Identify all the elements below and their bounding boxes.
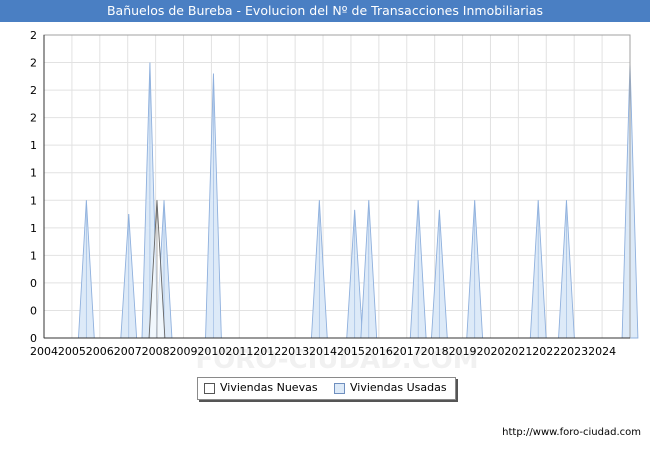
usadas-spike-3 — [155, 200, 173, 339]
x-tick-label-13: 2017 — [393, 345, 421, 358]
footer-url: http://www.foro-ciudad.com — [502, 427, 641, 438]
x-tick-label-19: 2023 — [560, 345, 588, 358]
x-tick-label-11: 2015 — [337, 345, 365, 358]
x-tick-label-8: 2012 — [253, 345, 281, 358]
usadas-spike-11 — [529, 200, 547, 339]
x-tick-label-6: 2010 — [197, 345, 225, 358]
usadas-spike-7 — [360, 200, 378, 339]
grid-lines — [44, 34, 630, 339]
plot-area — [44, 35, 630, 338]
usadas-spike-6 — [346, 209, 364, 339]
usadas-spike-1 — [120, 214, 138, 339]
y-tick-label-0: 0 — [30, 332, 37, 345]
x-tick-label-18: 2022 — [532, 345, 560, 358]
legend-swatch-usadas — [334, 383, 345, 394]
usadas-spike-4 — [205, 73, 222, 339]
x-tick-label-10: 2014 — [309, 345, 337, 358]
legend: Viviendas Nuevas Viviendas Usadas — [197, 377, 456, 400]
y-tick-label-1: 0 — [30, 304, 37, 317]
usadas-spike-12 — [558, 200, 575, 339]
chart-frame: Bañuelos de Bureba - Evolucion del Nº de… — [0, 0, 650, 450]
nuevas-spike-0 — [148, 200, 166, 339]
x-tick-label-3: 2007 — [114, 345, 142, 358]
usadas-spike-0 — [77, 200, 95, 339]
x-tick-label-4: 2008 — [142, 345, 170, 358]
plot-border — [43, 34, 631, 339]
y-tick-label-8: 2 — [30, 112, 37, 125]
axes — [43, 34, 631, 339]
y-tick-label-4: 1 — [30, 222, 37, 235]
y-axis-ticks: 0 0 0 1 1 1 1 1 2 2 2 2 — [30, 29, 37, 345]
y-tick-label-7: 1 — [30, 139, 37, 152]
usadas-spike-8 — [409, 200, 427, 339]
legend-swatch-nuevas — [204, 383, 215, 394]
usadas-spike-5 — [310, 200, 328, 339]
x-tick-label-9: 2013 — [281, 345, 309, 358]
watermark-text: FORO-CIUDAD.COM — [195, 345, 478, 375]
y-tick-label-6: 1 — [30, 167, 37, 180]
y-tick-label-10: 2 — [30, 57, 37, 70]
x-tick-label-0: 2004 — [30, 345, 58, 358]
chart-marks — [77, 62, 639, 339]
x-tick-label-12: 2016 — [365, 345, 393, 358]
x-tick-label-7: 2011 — [225, 345, 253, 358]
y-tick-label-5: 1 — [30, 194, 37, 207]
usadas-spike-10 — [466, 200, 484, 339]
legend-label-usadas: Viviendas Usadas — [350, 381, 447, 394]
x-tick-label-15: 2019 — [449, 345, 477, 358]
x-tick-label-17: 2021 — [504, 345, 532, 358]
x-tick-label-1: 2005 — [58, 345, 86, 358]
x-axis-ticks: 2004 2005 2006 2007 2008 2009 2010 2011 2012 2013… — [30, 345, 616, 358]
x-tick-label-16: 2020 — [476, 345, 504, 358]
x-tick-label-14: 2018 — [421, 345, 449, 358]
chart-title: Bañuelos de Bureba - Evolucion del Nº de… — [106, 3, 544, 18]
usadas-spike-2 — [141, 62, 159, 339]
plot-background — [44, 35, 630, 338]
legend-label-nuevas: Viviendas Nuevas — [220, 381, 318, 394]
x-tick-label-20: 2024 — [588, 345, 616, 358]
x-tick-label-2: 2006 — [86, 345, 114, 358]
x-tick-label-5: 2009 — [170, 345, 198, 358]
y-tick-label-9: 2 — [30, 84, 37, 97]
y-tick-label-11: 2 — [30, 29, 37, 42]
y-tick-label-2: 0 — [30, 277, 37, 290]
usadas-spike-13 — [621, 62, 639, 339]
y-tick-label-3: 1 — [30, 249, 37, 262]
usadas-spike-9 — [430, 209, 448, 339]
